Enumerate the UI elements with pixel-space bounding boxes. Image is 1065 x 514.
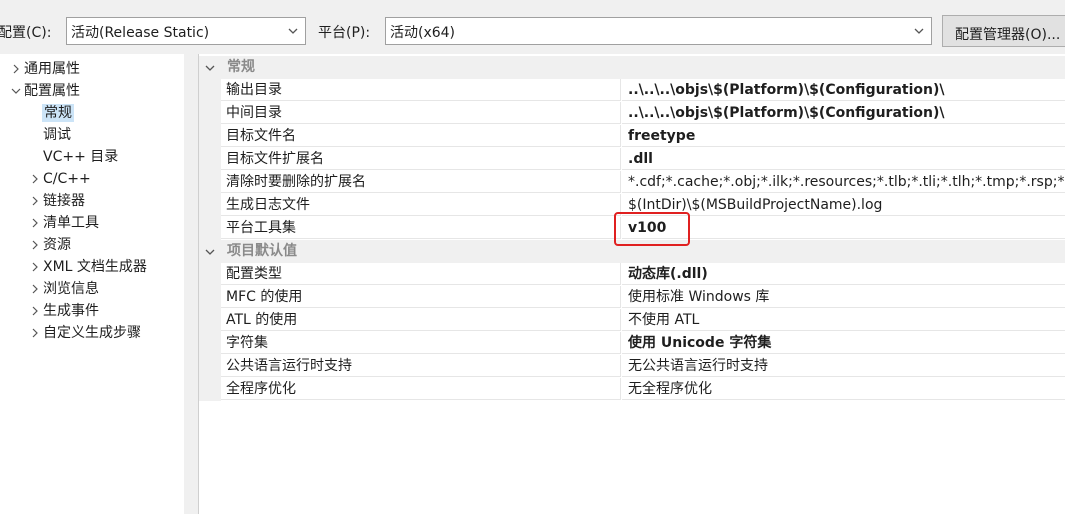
tree-item-browse-information[interactable]: 浏览信息 xyxy=(32,278,99,300)
chevron-right-icon xyxy=(32,328,38,338)
chevron-right-icon xyxy=(32,218,38,228)
property-row-target-extension[interactable]: 目标文件扩展名 .dll xyxy=(199,148,1065,171)
property-name: ATL 的使用 xyxy=(221,309,621,331)
property-name: 全程序优化 xyxy=(221,378,621,400)
tree-item-configuration-properties[interactable]: 配置属性 xyxy=(11,80,80,102)
platform-dropdown[interactable]: 活动(x64) xyxy=(385,17,932,45)
property-value[interactable]: 不使用 ATL xyxy=(622,309,1065,331)
property-value[interactable]: 无公共语言运行时支持 xyxy=(622,355,1065,377)
tree-item-resources[interactable]: 资源 xyxy=(32,234,71,256)
property-name: 字符集 xyxy=(221,332,621,354)
tree-item-common-properties[interactable]: 通用属性 xyxy=(13,58,80,80)
property-name: 清除时要删除的扩展名 xyxy=(221,171,621,193)
property-row-output-directory[interactable]: 输出目录 ..\..\..\objs\$(Platform)\$(Configu… xyxy=(199,79,1065,102)
property-name: 配置类型 xyxy=(221,263,621,285)
configuration-label: 配置(C): xyxy=(0,25,52,41)
chevron-down-icon xyxy=(205,65,215,71)
tree-item-manifest-tool[interactable]: 清单工具 xyxy=(32,212,99,234)
property-row-target-name[interactable]: 目标文件名 freetype xyxy=(199,125,1065,148)
splitter[interactable] xyxy=(184,54,198,514)
property-value[interactable]: 无全程序优化 xyxy=(622,378,1065,400)
chevron-down-icon xyxy=(914,28,924,34)
tree-item-custom-build-step[interactable]: 自定义生成步骤 xyxy=(32,322,141,344)
property-row-use-of-mfc[interactable]: MFC 的使用 使用标准 Windows 库 xyxy=(199,286,1065,309)
platform-label: 平台(P): xyxy=(318,25,371,41)
property-value[interactable]: 动态库(.dll) xyxy=(622,263,1065,285)
chevron-right-icon xyxy=(32,306,38,316)
property-row-whole-program-optimization[interactable]: 全程序优化 无全程序优化 xyxy=(199,378,1065,401)
property-row-configuration-type[interactable]: 配置类型 动态库(.dll) xyxy=(199,263,1065,286)
property-value[interactable]: 使用标准 Windows 库 xyxy=(622,286,1065,308)
property-row-extensions-to-delete[interactable]: 清除时要删除的扩展名 *.cdf;*.cache;*.obj;*.ilk;*.r… xyxy=(199,171,1065,194)
chevron-down-icon xyxy=(288,28,298,34)
chevron-right-icon xyxy=(32,174,38,184)
property-row-intermediate-directory[interactable]: 中间目录 ..\..\..\objs\$(Platform)\$(Configu… xyxy=(199,102,1065,125)
configuration-toolbar: 配置(C): 活动(Release Static) 平台(P): 活动(x64)… xyxy=(0,0,1065,62)
property-name: 公共语言运行时支持 xyxy=(221,355,621,377)
property-row-use-of-atl[interactable]: ATL 的使用 不使用 ATL xyxy=(199,309,1065,332)
chevron-right-icon xyxy=(32,284,38,294)
chevron-down-icon xyxy=(11,88,21,94)
tree-item-linker[interactable]: 链接器 xyxy=(32,190,85,212)
configuration-manager-button[interactable]: 配置管理器(O)... xyxy=(942,15,1065,47)
chevron-right-icon xyxy=(32,196,38,206)
property-value[interactable]: 使用 Unicode 字符集 xyxy=(622,332,1065,354)
property-row-clr-support[interactable]: 公共语言运行时支持 无公共语言运行时支持 xyxy=(199,355,1065,378)
annotation-highlight-box xyxy=(614,212,690,246)
tree-item-general[interactable]: 常规 xyxy=(42,102,74,124)
property-value[interactable]: .dll xyxy=(622,148,1065,170)
chevron-right-icon xyxy=(32,262,38,272)
chevron-right-icon xyxy=(13,64,19,74)
tree-item-xml-doc-generator[interactable]: XML 文档生成器 xyxy=(32,256,147,278)
property-value[interactable]: ..\..\..\objs\$(Platform)\$(Configuratio… xyxy=(622,102,1065,124)
property-value[interactable]: freetype xyxy=(622,125,1065,147)
configuration-dropdown[interactable]: 活动(Release Static) xyxy=(66,17,306,45)
chevron-down-icon xyxy=(205,249,215,255)
property-name: 输出目录 xyxy=(221,79,621,101)
property-value[interactable]: *.cdf;*.cache;*.obj;*.ilk;*.resources;*.… xyxy=(622,171,1065,193)
configuration-dropdown-value: 活动(Release Static) xyxy=(71,25,210,41)
property-name: 生成日志文件 xyxy=(221,194,621,216)
property-name: MFC 的使用 xyxy=(221,286,621,308)
tree-item-debugging[interactable]: 调试 xyxy=(43,124,71,146)
property-name: 中间目录 xyxy=(221,102,621,124)
tree-item-c-cpp[interactable]: C/C++ xyxy=(32,168,91,190)
chevron-right-icon xyxy=(32,240,38,250)
property-tree: 通用属性 配置属性 常规 调试 VC++ 目录 C/C++ 链接器 清单工具 资… xyxy=(0,54,185,514)
tree-item-vc-directories[interactable]: VC++ 目录 xyxy=(43,146,118,168)
platform-dropdown-value: 活动(x64) xyxy=(390,25,456,41)
property-row-character-set[interactable]: 字符集 使用 Unicode 字符集 xyxy=(199,332,1065,355)
category-general[interactable]: 常规 xyxy=(199,56,1065,79)
tree-item-build-events[interactable]: 生成事件 xyxy=(32,300,99,322)
property-name: 目标文件扩展名 xyxy=(221,148,621,170)
property-value[interactable]: ..\..\..\objs\$(Platform)\$(Configuratio… xyxy=(622,79,1065,101)
property-name: 目标文件名 xyxy=(221,125,621,147)
property-grid: 常规 输出目录 ..\..\..\objs\$(Platform)\$(Conf… xyxy=(198,54,1065,514)
property-name: 平台工具集 xyxy=(221,217,621,239)
